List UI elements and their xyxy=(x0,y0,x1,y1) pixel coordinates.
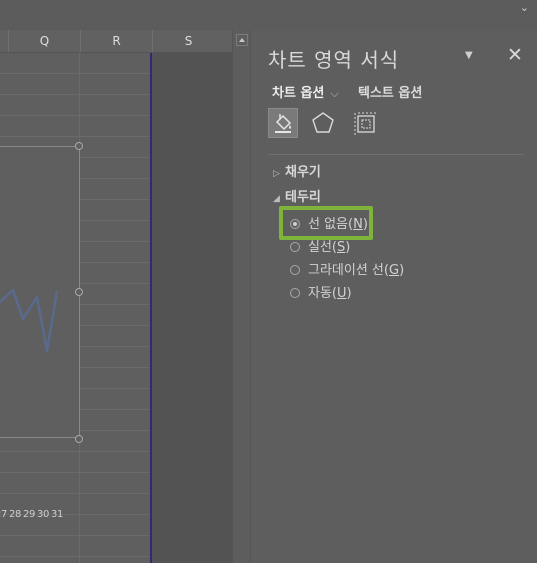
section-border-label: 테두리 xyxy=(285,190,321,205)
fill-line-button[interactable] xyxy=(268,108,298,138)
column-headers: Q R S xyxy=(0,30,232,53)
radio-gradient-line[interactable]: 그라데이션 선(G) xyxy=(290,262,404,280)
resize-handle-bottom-right[interactable] xyxy=(75,435,83,443)
section-border[interactable]: ◢ 테두리 xyxy=(273,186,321,205)
paint-bucket-icon xyxy=(275,114,292,133)
format-chart-area-pane: 차트 영역 서식 ▼ ✕ 차트 옵션 ⌵ 텍스트 옵션 ▷ 채우기 ◢ 테두리 … xyxy=(251,30,537,563)
divider xyxy=(268,154,524,155)
column-header-r[interactable]: R xyxy=(80,30,152,52)
chart-plot xyxy=(0,288,59,353)
chart-area[interactable]: 27 28 29 30 31 xyxy=(0,146,80,520)
collapse-chevron-icon[interactable]: ⌄ xyxy=(520,2,529,14)
column-header-s[interactable]: S xyxy=(152,30,224,52)
expand-arrow-icon: ▷ xyxy=(273,169,280,179)
page-break-line xyxy=(150,53,152,563)
pentagon-icon xyxy=(312,112,334,133)
size-properties-button[interactable] xyxy=(350,108,380,138)
section-fill[interactable]: ▷ 채우기 xyxy=(273,161,321,180)
data-series-line xyxy=(0,288,59,353)
access-key: G xyxy=(388,263,400,278)
pane-options-dropdown-icon[interactable]: ▼ xyxy=(465,50,473,61)
column-header-partial[interactable] xyxy=(0,30,8,52)
pane-title: 차트 영역 서식 xyxy=(268,48,400,72)
tab-chart-options[interactable]: 차트 옵션 ⌵ xyxy=(272,82,339,101)
radio-button[interactable] xyxy=(290,241,300,252)
column-header-q[interactable]: Q xyxy=(8,30,80,52)
x-tick-label: 31 xyxy=(51,509,63,520)
tab-text-options[interactable]: 텍스트 옵션 xyxy=(358,82,422,101)
radio-label: 실선 xyxy=(308,240,332,255)
x-tick-label: 29 xyxy=(23,509,35,520)
radio-button[interactable] xyxy=(290,264,300,275)
radio-label: 자동 xyxy=(308,286,332,301)
radio-label: 그라데이션 선 xyxy=(308,263,384,278)
access-key: S xyxy=(337,240,346,255)
worksheet-grid[interactable]: 27 28 29 30 31 xyxy=(0,53,232,563)
close-icon[interactable]: ✕ xyxy=(507,44,523,66)
x-axis-tick-labels: 27 28 29 30 31 xyxy=(0,509,79,523)
x-tick-label: 28 xyxy=(9,509,21,520)
effects-button[interactable] xyxy=(308,108,338,138)
chevron-down-icon[interactable]: ⌵ xyxy=(330,87,338,100)
radio-automatic[interactable]: 자동(U) xyxy=(290,285,352,303)
collapse-arrow-icon: ◢ xyxy=(273,194,280,204)
top-strip: ⌄ xyxy=(0,0,537,30)
outside-print-area[interactable] xyxy=(152,53,232,563)
tab-chart-options-label: 차트 옵션 xyxy=(272,86,325,101)
radio-solid-line[interactable]: 실선(S) xyxy=(290,239,350,257)
x-tick-label: 27 xyxy=(0,509,7,520)
size-properties-icon xyxy=(354,112,377,135)
access-key: U xyxy=(337,286,347,301)
x-tick-label: 30 xyxy=(37,509,49,520)
section-fill-label: 채우기 xyxy=(285,165,321,180)
scroll-up-arrow-icon[interactable] xyxy=(236,34,248,46)
resize-handle-top-right[interactable] xyxy=(75,142,83,150)
vertical-scrollbar[interactable] xyxy=(232,30,251,563)
radio-button[interactable] xyxy=(290,287,300,298)
resize-handle-mid-right[interactable] xyxy=(75,288,83,296)
highlight-box xyxy=(279,206,373,240)
